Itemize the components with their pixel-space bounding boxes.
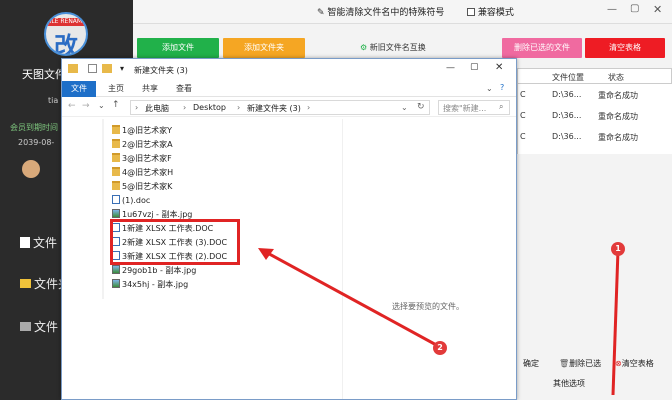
step-marker-2: 2: [433, 341, 447, 355]
arrow-line-2: [261, 248, 441, 349]
arrow-line-1: [611, 249, 620, 396]
annotation-arrows: [258, 248, 620, 396]
step-marker-1: 1: [611, 242, 625, 256]
